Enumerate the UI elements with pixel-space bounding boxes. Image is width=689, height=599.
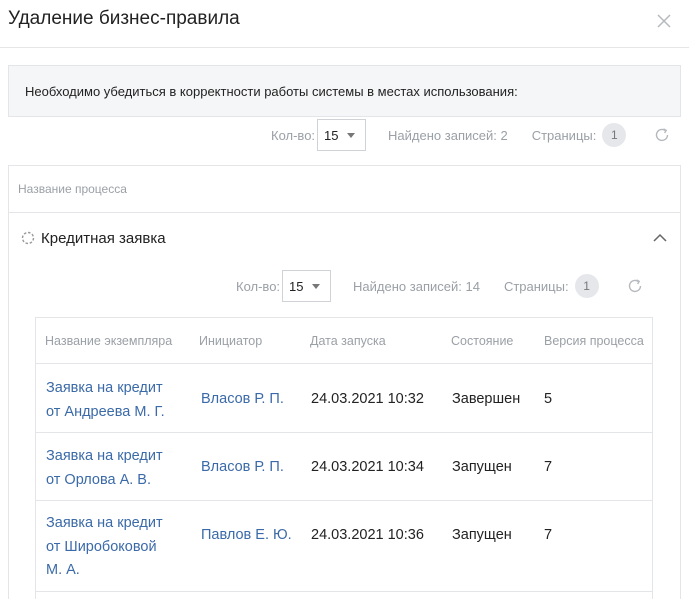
instance-name-line: Заявка на кредит <box>46 448 163 464</box>
instance-name-link[interactable]: Заявка на кредит от Орлова А. В. <box>46 445 163 492</box>
process-version: 7 <box>544 459 553 475</box>
status-text: Запущен <box>452 459 512 475</box>
instance-name-line: Заявка на кредит <box>46 515 163 531</box>
process-table-header: Название процесса <box>9 166 680 213</box>
process-group-row[interactable]: Кредитная заявка <box>9 214 680 264</box>
process-version: 7 <box>544 527 553 543</box>
column-start-date: Дата запуска <box>310 334 386 348</box>
column-status: Состояние <box>451 334 514 348</box>
refresh-icon[interactable] <box>654 127 670 143</box>
column-process-version: Версия процесса <box>544 334 644 348</box>
dialog-header: Удаление бизнес-правила <box>0 0 689 48</box>
pages-label: Страницы: <box>531 127 597 143</box>
notice-box: Необходимо убедиться в корректности рабо… <box>8 65 681 117</box>
inner-pager: Кол-во: 15 Найдено записей: 14 Страницы:… <box>236 270 643 302</box>
records-found: Найдено записей: 14 <box>353 278 480 294</box>
records-found: Найдено записей: 2 <box>388 127 508 143</box>
count-label: Кол-во: <box>236 278 281 294</box>
instance-name-link[interactable]: Заявка на кредит от Андреева М. Г. <box>46 377 165 424</box>
page-size-select[interactable]: 15 <box>317 119 367 151</box>
notice-text: Необходимо убедиться в корректности рабо… <box>25 84 518 99</box>
start-date: 24.03.2021 10:34 <box>311 459 424 475</box>
initiator-link[interactable]: Павлов Е. Ю. <box>201 527 292 543</box>
instance-name-line: от Широбоковой <box>46 538 157 555</box>
instance-name-line: от Андреева М. Г. <box>46 403 165 420</box>
count-label: Кол-во: <box>271 127 316 143</box>
instance-name-line: М. А. <box>46 562 80 578</box>
column-process-name: Название процесса <box>18 182 127 196</box>
table-row: Заявка на кредит от Андреева М. Г. Власо… <box>36 365 652 433</box>
start-date: 24.03.2021 10:32 <box>311 391 424 407</box>
column-initiator: Инициатор <box>199 334 263 348</box>
caret-down-icon <box>347 133 356 138</box>
outer-pager: Кол-во: 15 Найдено записей: 2 Страницы: … <box>271 119 670 151</box>
dialog-title: Удаление бизнес-правила <box>8 8 240 29</box>
refresh-icon[interactable] <box>627 278 643 294</box>
caret-down-icon <box>312 284 321 289</box>
page-size-select[interactable]: 15 <box>282 270 332 302</box>
process-group-label: Кредитная заявка <box>41 230 166 247</box>
process-version: 5 <box>544 391 553 407</box>
status-text: Запущен <box>452 527 512 543</box>
instance-name-line: Заявка на кредит <box>46 380 163 396</box>
page-number[interactable]: 1 <box>602 123 627 147</box>
instances-table: Название экземпляра Инициатор Дата запус… <box>35 317 653 599</box>
initiator-link[interactable]: Власов Р. П. <box>201 391 284 407</box>
chevron-up-icon[interactable] <box>652 232 668 244</box>
process-icon <box>21 231 35 245</box>
instance-name-line: от Орлова А. В. <box>46 471 152 488</box>
initiator-link[interactable]: Власов Р. П. <box>201 459 284 475</box>
start-date: 24.03.2021 10:36 <box>311 527 424 543</box>
status-text: Завершен <box>452 391 521 407</box>
table-row: Заявка на кредит от Орлова А. В. Власов … <box>36 434 652 501</box>
page-size-value: 15 <box>324 127 339 143</box>
instance-name-link[interactable]: Заявка на кредит от Широбоковой М. А. <box>46 512 163 583</box>
column-instance-name: Название экземпляра <box>45 334 173 348</box>
page-size-value: 15 <box>289 278 304 294</box>
pages-label: Страницы: <box>503 278 569 294</box>
instances-table-header: Название экземпляра Инициатор Дата запус… <box>36 318 652 364</box>
table-row: Заявка на кредит от Широбоковой М. А. Па… <box>36 502 652 592</box>
page-number[interactable]: 1 <box>574 274 599 298</box>
close-icon[interactable] <box>655 12 673 30</box>
